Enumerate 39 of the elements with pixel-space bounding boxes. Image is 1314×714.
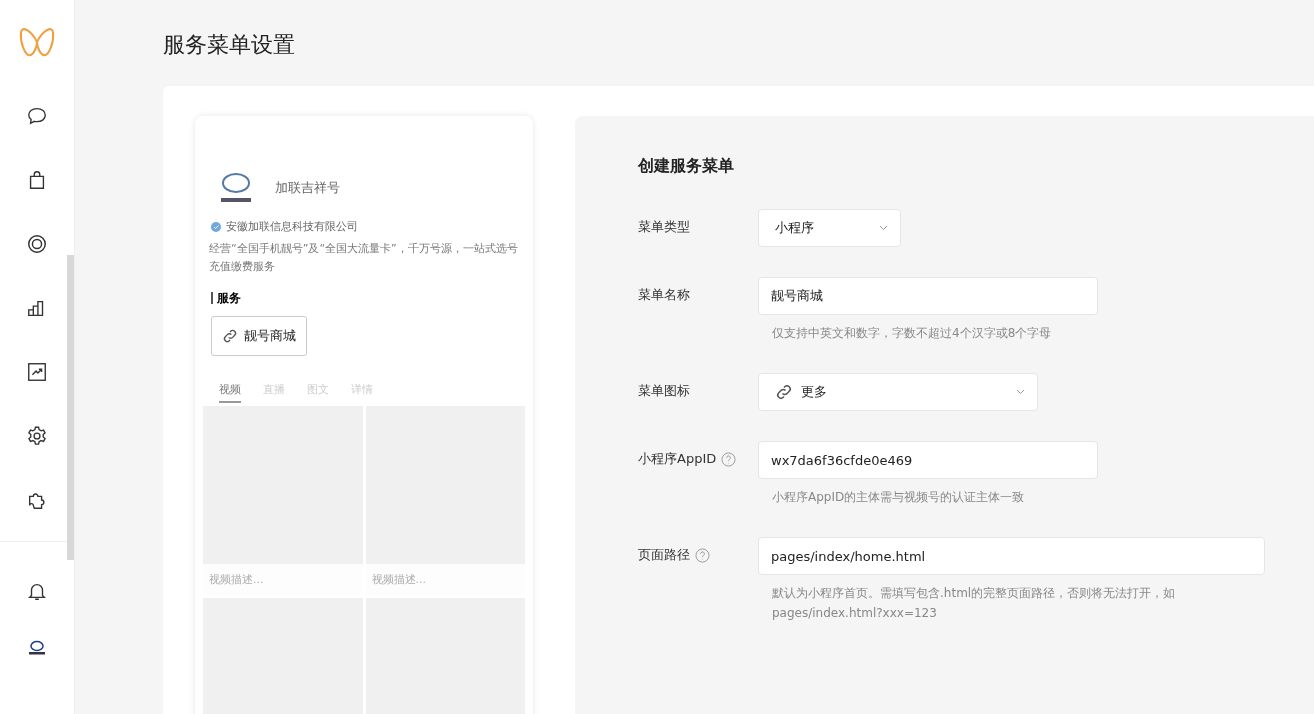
caret-icon: [879, 225, 888, 231]
help-icon[interactable]: [695, 547, 710, 563]
preview-tab[interactable]: 视频: [219, 382, 241, 403]
field-hint: 默认为小程序首页。需填写包含.html的完整页面路径，否则将无法打开，如pages/index.html?xxx=123: [772, 585, 1177, 622]
link-icon: [222, 328, 238, 344]
input-field[interactable]: wx7da6f36cfde0e469: [758, 441, 1098, 479]
select-value: 小程序: [775, 219, 815, 237]
form-title: 创建服务菜单: [638, 156, 735, 177]
trend-chart-icon: [26, 361, 48, 383]
account-description: 经营“全国手机靓号”及“全国大流量卡”，千万号源，一站式选号充值缴费服务: [209, 241, 519, 275]
verified-icon: [211, 221, 221, 232]
section-title: 服务: [211, 292, 525, 304]
link-icon: [775, 383, 793, 401]
select-value: 更多: [801, 383, 828, 401]
page-title: 服务菜单设置: [163, 31, 296, 59]
help-icon[interactable]: [721, 451, 737, 467]
field-label: 页面路径: [638, 546, 690, 564]
logo-icon: [18, 25, 56, 59]
service-button[interactable]: 靓号商城: [211, 316, 307, 356]
account-name: 加联吉祥号: [275, 179, 340, 197]
video-caption: 视频描述...: [208, 572, 265, 588]
video-caption: 视频描述...: [370, 572, 427, 588]
field-label: 小程序AppID: [638, 450, 717, 468]
chat-icon: [26, 105, 48, 127]
field-hint: 小程序AppID的主体需与视频号的认证主体一致: [772, 489, 1026, 506]
input-field[interactable]: 靓号商城: [758, 277, 1098, 315]
select-field[interactable]: 更多: [758, 373, 1038, 411]
field-label: 菜单类型: [638, 218, 690, 236]
settings-icon: [26, 425, 48, 447]
field-hint: 仅支持中英文和数字，字数不超过4个汉字或8个字母: [772, 325, 1053, 342]
input-field[interactable]: pages/index/home.html: [758, 537, 1265, 575]
select-field[interactable]: 小程序: [758, 209, 901, 247]
field-label: 菜单图标: [638, 382, 690, 400]
caret-icon: [1016, 389, 1025, 395]
avatar-icon[interactable]: [26, 640, 48, 656]
company-name: 安徽加联信息科技有限公司: [226, 219, 358, 234]
scroll-bar[interactable]: [67, 255, 74, 560]
field-label: 菜单名称: [638, 286, 690, 304]
target-icon: [26, 233, 48, 255]
